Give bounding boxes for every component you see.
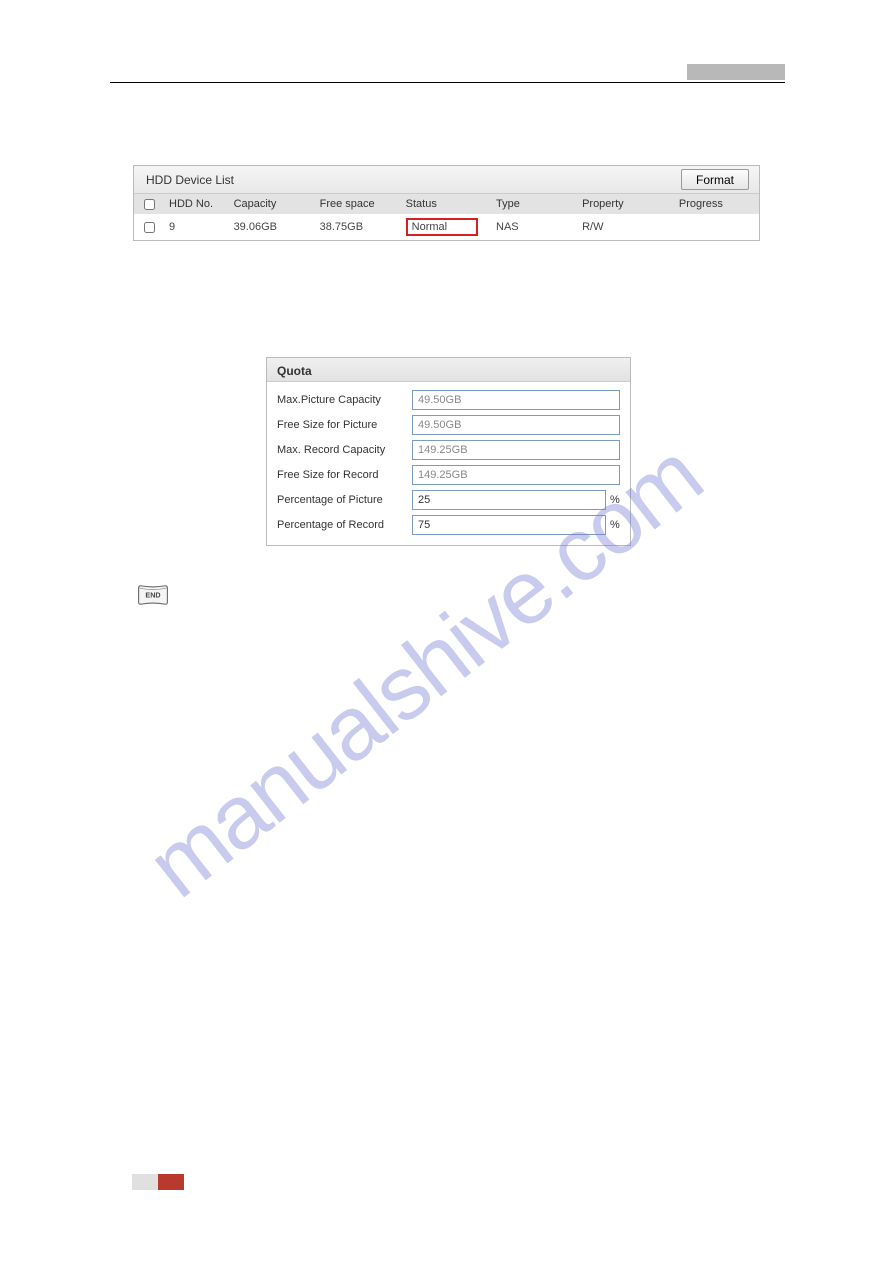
header-accent	[687, 64, 785, 80]
row-capacity: 39.06GB	[228, 214, 314, 240]
quota-row-free-pic: Free Size for Picture	[277, 415, 620, 435]
row-free: 38.75GB	[314, 214, 400, 240]
table-header-row: HDD No. Capacity Free space Status Type …	[134, 194, 759, 214]
free-header: Free space	[314, 194, 400, 214]
hdd-no-header: HDD No.	[163, 194, 228, 214]
header-rule	[110, 82, 785, 83]
hdd-panel-title: HDD Device List	[146, 173, 234, 187]
quota-row-free-rec: Free Size for Record	[277, 465, 620, 485]
percentage-record-suffix: %	[606, 519, 620, 531]
quota-title: Quota	[267, 358, 630, 382]
select-all-header	[134, 194, 163, 214]
max-picture-capacity-field[interactable]	[412, 390, 620, 410]
row-type: NAS	[490, 214, 576, 240]
row-property: R/W	[576, 214, 673, 240]
hdd-panel-header: HDD Device List Format	[134, 166, 759, 194]
free-size-picture-field[interactable]	[412, 415, 620, 435]
percentage-picture-suffix: %	[606, 494, 620, 506]
format-button[interactable]: Format	[681, 169, 749, 190]
quota-row-pct-rec: Percentage of Record %	[277, 515, 620, 535]
row-status: Normal	[406, 218, 478, 236]
end-icon: END	[135, 582, 171, 608]
quota-panel: Quota Max.Picture Capacity Free Size for…	[266, 357, 631, 546]
row-checkbox[interactable]	[144, 222, 155, 233]
free-size-record-field[interactable]	[412, 465, 620, 485]
type-header: Type	[490, 194, 576, 214]
footer-block-grey	[132, 1174, 158, 1190]
quota-row-pct-pic: Percentage of Picture %	[277, 490, 620, 510]
percentage-record-field[interactable]	[412, 515, 606, 535]
row-status-cell: Normal	[400, 214, 490, 240]
property-header: Property	[576, 194, 673, 214]
row-select-cell	[134, 214, 163, 240]
footer-block-red	[158, 1174, 184, 1190]
free-size-record-label: Free Size for Record	[277, 469, 412, 481]
capacity-header: Capacity	[228, 194, 314, 214]
free-size-picture-label: Free Size for Picture	[277, 419, 412, 431]
percentage-picture-label: Percentage of Picture	[277, 494, 412, 506]
quota-row-max-pic: Max.Picture Capacity	[277, 390, 620, 410]
percentage-picture-field[interactable]	[412, 490, 606, 510]
svg-text:END: END	[145, 591, 160, 600]
quota-body: Max.Picture Capacity Free Size for Pictu…	[267, 382, 630, 545]
footer-blocks	[132, 1174, 184, 1190]
progress-header: Progress	[673, 194, 759, 214]
hdd-device-list-panel: HDD Device List Format HDD No. Capacity …	[133, 165, 760, 241]
max-record-capacity-label: Max. Record Capacity	[277, 444, 412, 456]
table-row: 9 39.06GB 38.75GB Normal NAS R/W	[134, 214, 759, 240]
row-progress	[673, 214, 759, 240]
percentage-record-label: Percentage of Record	[277, 519, 412, 531]
quota-row-max-rec: Max. Record Capacity	[277, 440, 620, 460]
status-header: Status	[400, 194, 490, 214]
select-all-checkbox[interactable]	[144, 199, 155, 210]
hdd-table: HDD No. Capacity Free space Status Type …	[134, 194, 759, 240]
max-picture-capacity-label: Max.Picture Capacity	[277, 394, 412, 406]
max-record-capacity-field[interactable]	[412, 440, 620, 460]
row-hdd-no: 9	[163, 214, 228, 240]
